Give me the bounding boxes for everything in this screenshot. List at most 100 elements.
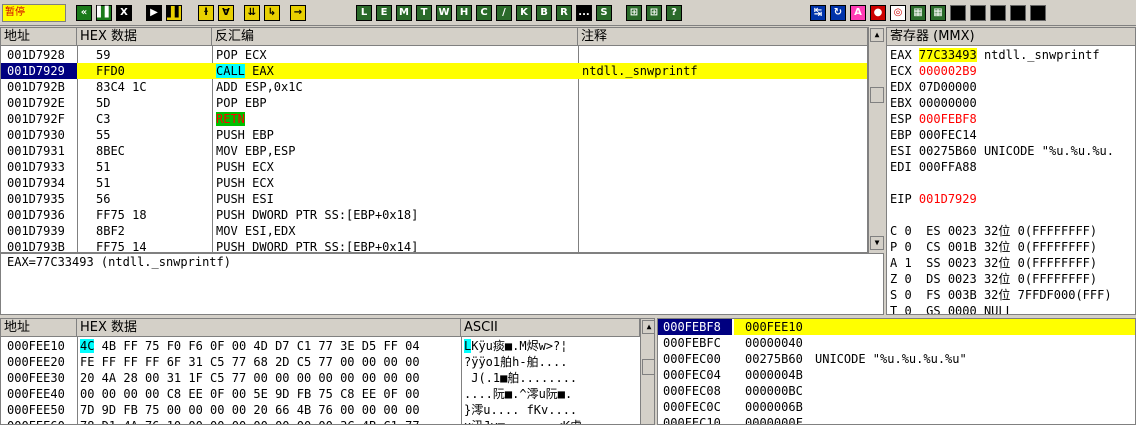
register-value[interactable]: 000002B9 — [919, 64, 977, 78]
toolbar-button-1[interactable]: ▌▌ — [96, 5, 112, 21]
dump-hex-bytes[interactable]: 00 00 00 00 C8 EE 0F 00 5E 9D FB 75 C8 E… — [80, 386, 460, 402]
flag-name[interactable]: Z 0 — [890, 272, 912, 286]
dump-row[interactable]: 000FEE10 4C 4B FF 75 F0 F6 0F 00 4D D7 C1… — [1, 338, 640, 354]
register-value[interactable]: 001D7929 — [919, 192, 977, 206]
flag-name[interactable]: T 0 — [890, 304, 912, 314]
disasm-row[interactable]: 001D7935 56 PUSH ESI — [1, 191, 867, 207]
register-value[interactable]: 000FEBF8 — [919, 112, 977, 126]
dump-hex-bytes[interactable]: 78 D1 4A 76 10 00 00 00 00 00 00 00 3C 4… — [80, 418, 460, 424]
disasm-row[interactable]: 001D7939 8BF2 MOV ESI,EDX — [1, 223, 867, 239]
register-eax[interactable]: EAX 77C33493 ntdll._snwprintf — [890, 47, 1135, 63]
registers-list[interactable]: EAX 77C33493 ntdll._snwprintf ECX 000002B… — [890, 47, 1135, 314]
dump-ascii[interactable]: ?ÿÿo1舶h-舶.... — [464, 354, 639, 370]
disasm-row[interactable]: 001D7930 55 PUSH EBP — [1, 127, 867, 143]
register-value[interactable]: 00275B60 — [919, 144, 977, 158]
register-esp[interactable]: ESP 000FEBF8 — [890, 111, 1135, 127]
disasm-row[interactable]: 001D7929 FFD0 CALL EAX ntdll._snwprintf — [1, 63, 867, 79]
dump-ascii[interactable]: LKÿu痰■.M烬w>?¦ — [464, 338, 639, 354]
dump-hex-bytes[interactable]: 20 4A 28 00 31 1F C5 77 00 00 00 00 00 0… — [80, 370, 460, 386]
stack-row[interactable]: 000FEBF8 000FEE10 — [658, 319, 1135, 335]
dump-hex-bytes[interactable]: 7D 9D FB 75 00 00 00 00 20 66 4B 76 00 0… — [80, 402, 460, 418]
stack-row[interactable]: 000FEC00 00275B60 UNICODE "%u.%u.%u.%u" — [658, 351, 1135, 367]
toolbar-button-3[interactable]: ▶ — [146, 5, 162, 21]
dump-row[interactable]: 000FEE40 00 00 00 00 C8 EE 0F 00 5E 9D FB… — [1, 386, 640, 402]
toolbar-button-19[interactable]: B — [536, 5, 552, 21]
stack-row[interactable]: 000FEC0C 0000006B — [658, 399, 1135, 415]
toolbar-button-9[interactable]: → — [290, 5, 306, 21]
scroll-thumb[interactable] — [870, 87, 884, 103]
dump-scroll-up-arrow[interactable]: ▲ — [642, 320, 654, 334]
toolbar-right-button-3[interactable]: ● — [870, 5, 886, 21]
disasm-row[interactable]: 001D7936 FF75 18 PUSH DWORD PTR SS:[EBP+0x… — [1, 207, 867, 223]
register-edi[interactable]: EDI 000FFA88 — [890, 159, 1135, 175]
toolbar-button-17[interactable]: / — [496, 5, 512, 21]
toolbar-button-2[interactable]: X — [116, 5, 132, 21]
toolbar-button-11[interactable]: E — [376, 5, 392, 21]
dump-header-hex[interactable]: HEX 数据 — [77, 319, 461, 337]
flag-name[interactable]: A 1 — [890, 256, 912, 270]
toolbar-button-22[interactable]: S — [596, 5, 612, 21]
toolbar-button-8[interactable]: ↳ — [264, 5, 280, 21]
toolbar-button-4[interactable]: ▌▌ — [166, 5, 182, 21]
stack-row[interactable]: 000FEC10 0000000F — [658, 415, 1135, 424]
toolbar-button-15[interactable]: H — [456, 5, 472, 21]
register-edx[interactable]: EDX 07D00000 — [890, 79, 1135, 95]
dump-header-addr[interactable]: 地址 — [1, 319, 77, 337]
toolbar-button-14[interactable]: W — [436, 5, 452, 21]
disasm-header-hex[interactable]: HEX 数据 — [77, 28, 212, 46]
toolbar-button-25[interactable]: ? — [666, 5, 682, 21]
toolbar-blank-button[interactable] — [1030, 5, 1046, 21]
disasm-row[interactable]: 001D792E 5D POP EBP — [1, 95, 867, 111]
dump-scrollbar[interactable]: ▲ — [640, 319, 654, 424]
stack-row[interactable]: 000FEC08 000000BC — [658, 383, 1135, 399]
disasm-row[interactable]: 001D7933 51 PUSH ECX — [1, 159, 867, 175]
disasm-rows[interactable]: 001D7928 59 POP ECX 001D7929 FFD0 CALL EAX ntd… — [1, 47, 867, 252]
flag-name[interactable]: P 0 — [890, 240, 912, 254]
disasm-scrollbar[interactable]: ▲ ▼ — [868, 27, 884, 253]
disasm-row[interactable]: 001D7931 8BEC MOV EBP,ESP — [1, 143, 867, 159]
register-eip[interactable]: EIP 001D7929 — [890, 191, 1135, 207]
toolbar-button-7[interactable]: ⇊ — [244, 5, 260, 21]
disasm-row[interactable]: 001D792B 83C4 1C ADD ESP,0x1C — [1, 79, 867, 95]
register-value[interactable]: 00000000 — [919, 96, 977, 110]
toolbar-right-button-0[interactable]: ↹ — [810, 5, 826, 21]
flag-row[interactable]: T 0 GS 0000 NULL — [890, 303, 1135, 314]
dump-rows[interactable]: 000FEE10 4C 4B FF 75 F0 F6 0F 00 4D D7 C1… — [1, 338, 640, 424]
dump-row[interactable]: 000FEE20 FE FF FF FF 6F 31 C5 77 68 2D C5… — [1, 354, 640, 370]
disasm-row[interactable]: 001D793B FF75 14 PUSH DWORD PTR SS:[EBP+0x… — [1, 239, 867, 252]
toolbar-button-24[interactable]: ⊞ — [646, 5, 662, 21]
register-ebp[interactable]: EBP 000FEC14 — [890, 127, 1135, 143]
disasm-row[interactable]: 001D7928 59 POP ECX — [1, 47, 867, 63]
disasm-header-addr[interactable]: 地址 — [1, 28, 77, 46]
register-ebx[interactable]: EBX 00000000 — [890, 95, 1135, 111]
dump-hex-bytes[interactable]: FE FF FF FF 6F 31 C5 77 68 2D C5 77 00 0… — [80, 354, 460, 370]
disasm-header-disasm[interactable]: 反汇编 — [212, 28, 578, 46]
toolbar-button-12[interactable]: M — [396, 5, 412, 21]
dump-header-ascii[interactable]: ASCII — [461, 319, 640, 337]
toolbar-blank-button[interactable] — [950, 5, 966, 21]
toolbar-right-button-2[interactable]: A — [850, 5, 866, 21]
disasm-row[interactable]: 001D7934 51 PUSH ECX — [1, 175, 867, 191]
register-value[interactable]: 000FEC14 — [919, 128, 977, 142]
stack-row[interactable]: 000FEBFC 00000040 — [658, 335, 1135, 351]
register-esi[interactable]: ESI 00275B60 UNICODE "%u.%u.%u. — [890, 143, 1135, 159]
scroll-down-arrow[interactable]: ▼ — [870, 236, 884, 250]
toolbar-blank-button[interactable] — [970, 5, 986, 21]
stack-rows[interactable]: 000FEBF8 000FEE10 000FEBFC 00000040 000FEC00… — [658, 319, 1135, 424]
toolbar-button-16[interactable]: C — [476, 5, 492, 21]
register-ecx[interactable]: ECX 000002B9 — [890, 63, 1135, 79]
flag-row[interactable]: P 0 CS 001B 32位 0(FFFFFFFF) — [890, 239, 1135, 255]
toolbar-right-button-6[interactable]: ▦ — [930, 5, 946, 21]
toolbar-right-button-5[interactable]: ▦ — [910, 5, 926, 21]
toolbar-button-6[interactable]: Ɐ — [218, 5, 234, 21]
toolbar-button-21[interactable]: ... — [576, 5, 592, 21]
toolbar-button-23[interactable]: ⊞ — [626, 5, 642, 21]
toolbar-button-10[interactable]: L — [356, 5, 372, 21]
dump-row[interactable]: 000FEE50 7D 9D FB 75 00 00 00 00 20 66 4B… — [1, 402, 640, 418]
toolbar-button-18[interactable]: K — [516, 5, 532, 21]
dump-ascii[interactable]: }澪u.... fKv.... — [464, 402, 639, 418]
toolbar-button-13[interactable]: T — [416, 5, 432, 21]
flag-row[interactable]: Z 0 DS 0023 32位 0(FFFFFFFF) — [890, 271, 1135, 287]
dump-ascii[interactable]: J(.1■舶........ — [464, 370, 639, 386]
dump-scroll-thumb[interactable] — [642, 359, 654, 375]
